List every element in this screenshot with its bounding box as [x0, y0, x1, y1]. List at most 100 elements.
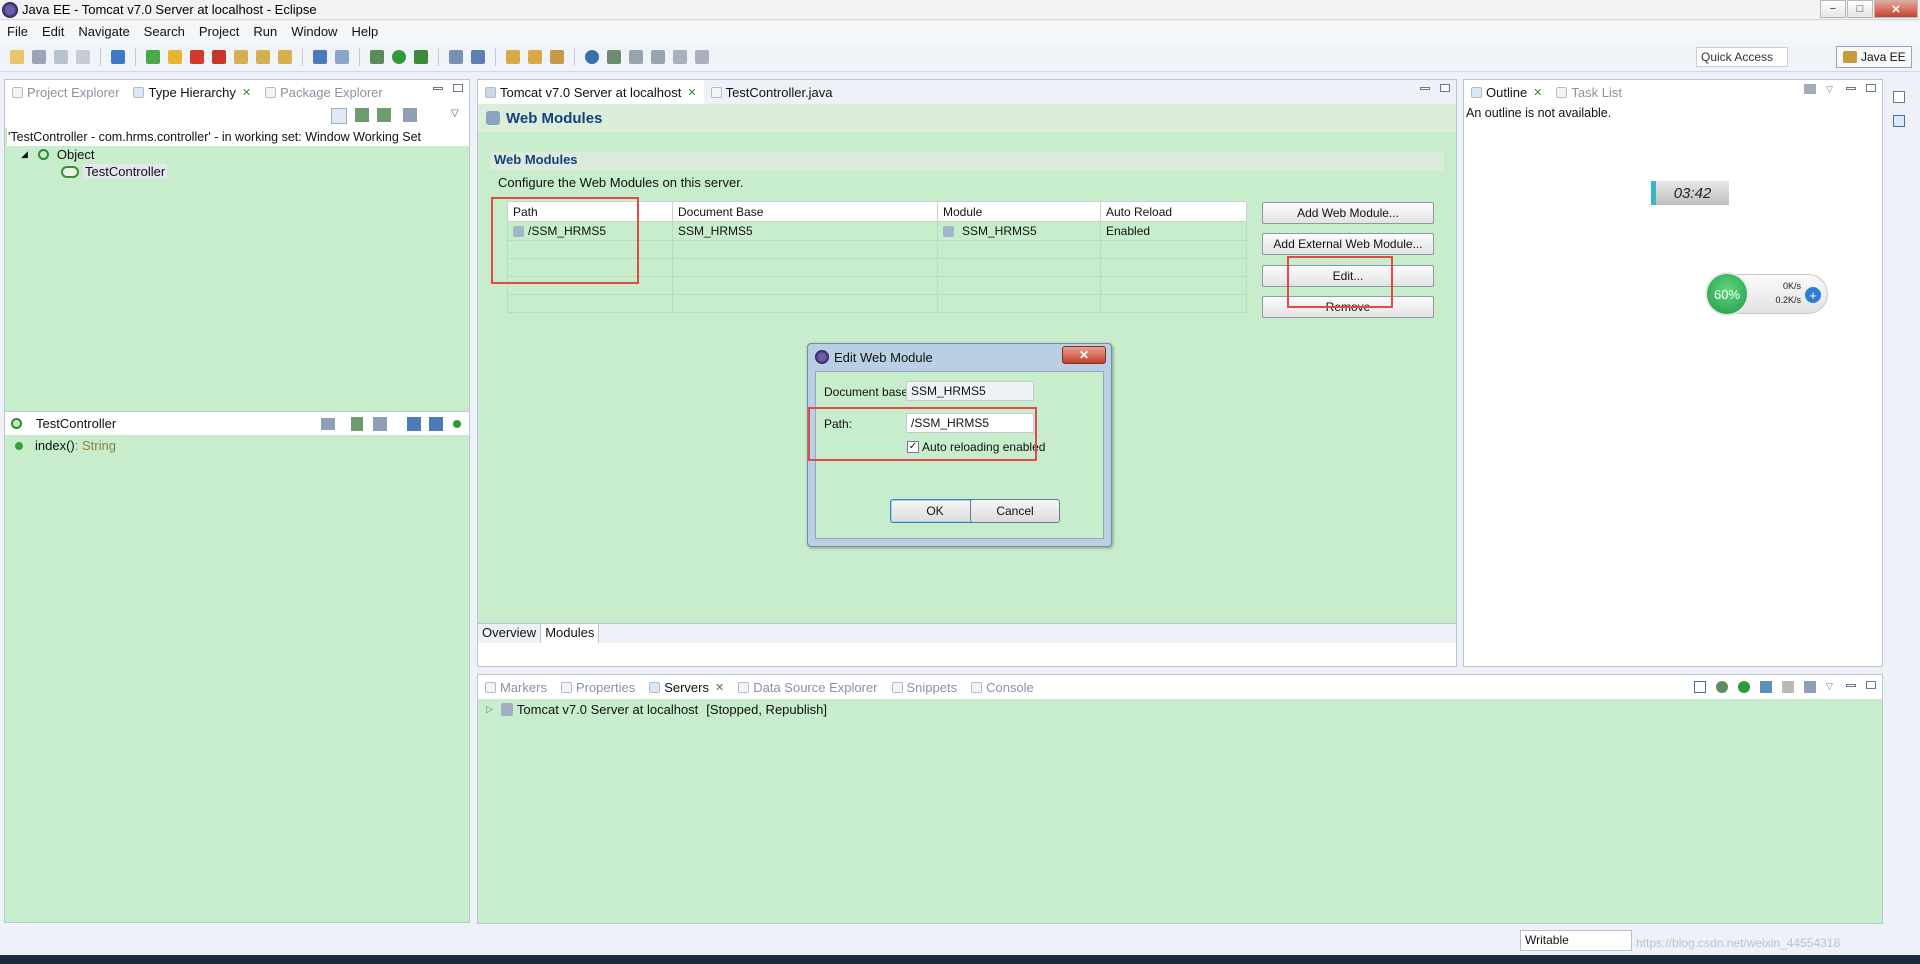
expand-arrow-icon[interactable]: ▷ [486, 704, 493, 715]
menu-project[interactable]: Project [199, 24, 239, 39]
tab-modules[interactable]: Modules [541, 624, 600, 643]
debug-icon[interactable] [370, 49, 384, 64]
outline-toolbar-icon[interactable] [1804, 84, 1816, 94]
collapse-all-icon[interactable] [1694, 681, 1706, 693]
skip-breakpoints-icon[interactable] [111, 49, 125, 64]
server-entry[interactable]: ▷ Tomcat v7.0 Server at localhost [Stopp… [478, 701, 1882, 718]
next-annotation-icon[interactable] [629, 49, 643, 64]
hide-static-icon[interactable] [429, 417, 443, 431]
toggle-mark-icon[interactable] [607, 49, 621, 64]
previous-annotation-icon[interactable] [651, 49, 665, 64]
tree-item-testcontroller[interactable]: TestController [7, 163, 469, 180]
collapse-arrow-icon[interactable]: ◢ [21, 149, 28, 160]
tab-type-hierarchy[interactable]: Type Hierarchy ✕ [126, 80, 259, 104]
quick-access-input[interactable]: Quick Access [1696, 47, 1788, 67]
terminate-icon[interactable] [190, 49, 204, 64]
run-icon[interactable] [392, 49, 406, 64]
save-all-icon[interactable] [54, 49, 68, 64]
new-icon[interactable] [10, 49, 24, 64]
column-module[interactable]: Module [937, 201, 1101, 222]
drop-to-frame-icon[interactable] [335, 49, 349, 64]
minimize-view-icon[interactable] [433, 87, 443, 90]
history-icon[interactable] [403, 108, 417, 122]
new-java-class-icon[interactable] [471, 49, 485, 64]
perspective-switcher[interactable]: Java EE [1836, 46, 1912, 68]
open-task-icon[interactable] [528, 49, 542, 64]
add-external-web-module-button[interactable]: Add External Web Module... [1262, 233, 1434, 255]
publish-icon[interactable] [1804, 681, 1816, 693]
menu-navigate[interactable]: Navigate [78, 24, 129, 39]
minimize-view-icon[interactable] [1846, 87, 1856, 90]
minimize-button[interactable]: − [1820, 0, 1846, 18]
back-icon[interactable] [673, 49, 687, 64]
maximize-view-icon[interactable] [1866, 84, 1876, 92]
print-icon[interactable] [76, 49, 90, 64]
sort-members-icon[interactable] [373, 417, 387, 431]
tab-snippets[interactable]: Snippets [885, 675, 965, 699]
maximize-view-icon[interactable] [453, 84, 463, 92]
maximize-view-icon[interactable] [1440, 84, 1450, 92]
close-tab-icon[interactable]: ✕ [1533, 86, 1542, 99]
search-icon[interactable] [550, 49, 564, 64]
minimize-view-icon[interactable] [1420, 87, 1430, 90]
lock-view-icon[interactable] [321, 418, 335, 430]
tab-testcontroller-java[interactable]: TestController.java [704, 80, 840, 104]
tab-task-list[interactable]: Task List [1549, 80, 1629, 104]
tab-markers[interactable]: Markers [478, 675, 554, 699]
show-inherited-icon[interactable] [351, 417, 363, 431]
menu-help[interactable]: Help [351, 24, 378, 39]
step-into-icon[interactable] [234, 49, 248, 64]
close-tab-icon[interactable]: ✕ [242, 86, 251, 99]
maximize-view-icon[interactable] [1866, 681, 1876, 689]
show-supertype-icon[interactable] [355, 108, 369, 122]
close-tab-icon[interactable]: ✕ [687, 86, 696, 99]
view-menu-icon[interactable]: ▽ [1826, 681, 1836, 691]
add-web-module-button[interactable]: Add Web Module... [1262, 202, 1434, 224]
resume-icon[interactable] [146, 49, 160, 64]
close-button[interactable]: ✕ [1874, 0, 1918, 18]
properties-icon[interactable] [1893, 115, 1905, 127]
tab-package-explorer[interactable]: Package Explorer [258, 80, 390, 104]
globe-icon[interactable] [585, 49, 599, 64]
view-menu-icon[interactable]: ▽ [1826, 84, 1836, 94]
maximize-button[interactable]: □ [1847, 0, 1873, 18]
ok-button[interactable]: OK [890, 499, 980, 523]
cancel-button[interactable]: Cancel [970, 499, 1060, 523]
menu-window[interactable]: Window [291, 24, 337, 39]
show-type-hierarchy-icon[interactable] [331, 108, 347, 124]
column-auto-reload[interactable]: Auto Reload [1100, 201, 1247, 222]
minimize-view-icon[interactable] [1846, 684, 1856, 687]
restore-icon[interactable] [1893, 91, 1905, 103]
menu-search[interactable]: Search [144, 24, 185, 39]
member-index[interactable]: index() : String [5, 437, 469, 454]
tab-servers[interactable]: Servers ✕ [642, 675, 732, 699]
disconnect-icon[interactable] [212, 49, 226, 64]
menu-edit[interactable]: Edit [42, 24, 64, 39]
step-return-icon[interactable] [278, 49, 292, 64]
stop-server-icon[interactable] [1782, 681, 1794, 693]
use-step-filters-icon[interactable] [313, 49, 327, 64]
open-type-icon[interactable] [506, 49, 520, 64]
tab-console[interactable]: Console [964, 675, 1041, 699]
tab-data-source-explorer[interactable]: Data Source Explorer [731, 675, 884, 699]
tree-item-object[interactable]: ◢ Object [7, 146, 469, 163]
view-menu-icon[interactable]: ▽ [451, 108, 459, 119]
new-server-icon[interactable] [449, 49, 463, 64]
external-tools-icon[interactable] [414, 49, 428, 64]
tab-properties[interactable]: Properties [554, 675, 642, 699]
menu-file[interactable]: File [7, 24, 28, 39]
step-over-icon[interactable] [256, 49, 270, 64]
debug-server-icon[interactable] [1716, 681, 1728, 693]
tab-overview[interactable]: Overview [478, 624, 542, 643]
tab-tomcat-server[interactable]: Tomcat v7.0 Server at localhost ✕ [478, 80, 704, 104]
show-subtype-icon[interactable] [377, 108, 391, 122]
network-widget[interactable]: 60% 0K/s 0.2K/s + [1705, 272, 1828, 316]
menu-run[interactable]: Run [253, 24, 277, 39]
tab-outline[interactable]: Outline ✕ [1464, 80, 1550, 104]
save-icon[interactable] [32, 49, 46, 64]
add-icon[interactable]: + [1805, 287, 1821, 303]
close-tab-icon[interactable]: ✕ [715, 681, 724, 694]
forward-icon[interactable] [695, 49, 709, 64]
profile-server-icon[interactable] [1760, 681, 1772, 693]
hide-nonpublic-icon[interactable] [453, 420, 461, 428]
